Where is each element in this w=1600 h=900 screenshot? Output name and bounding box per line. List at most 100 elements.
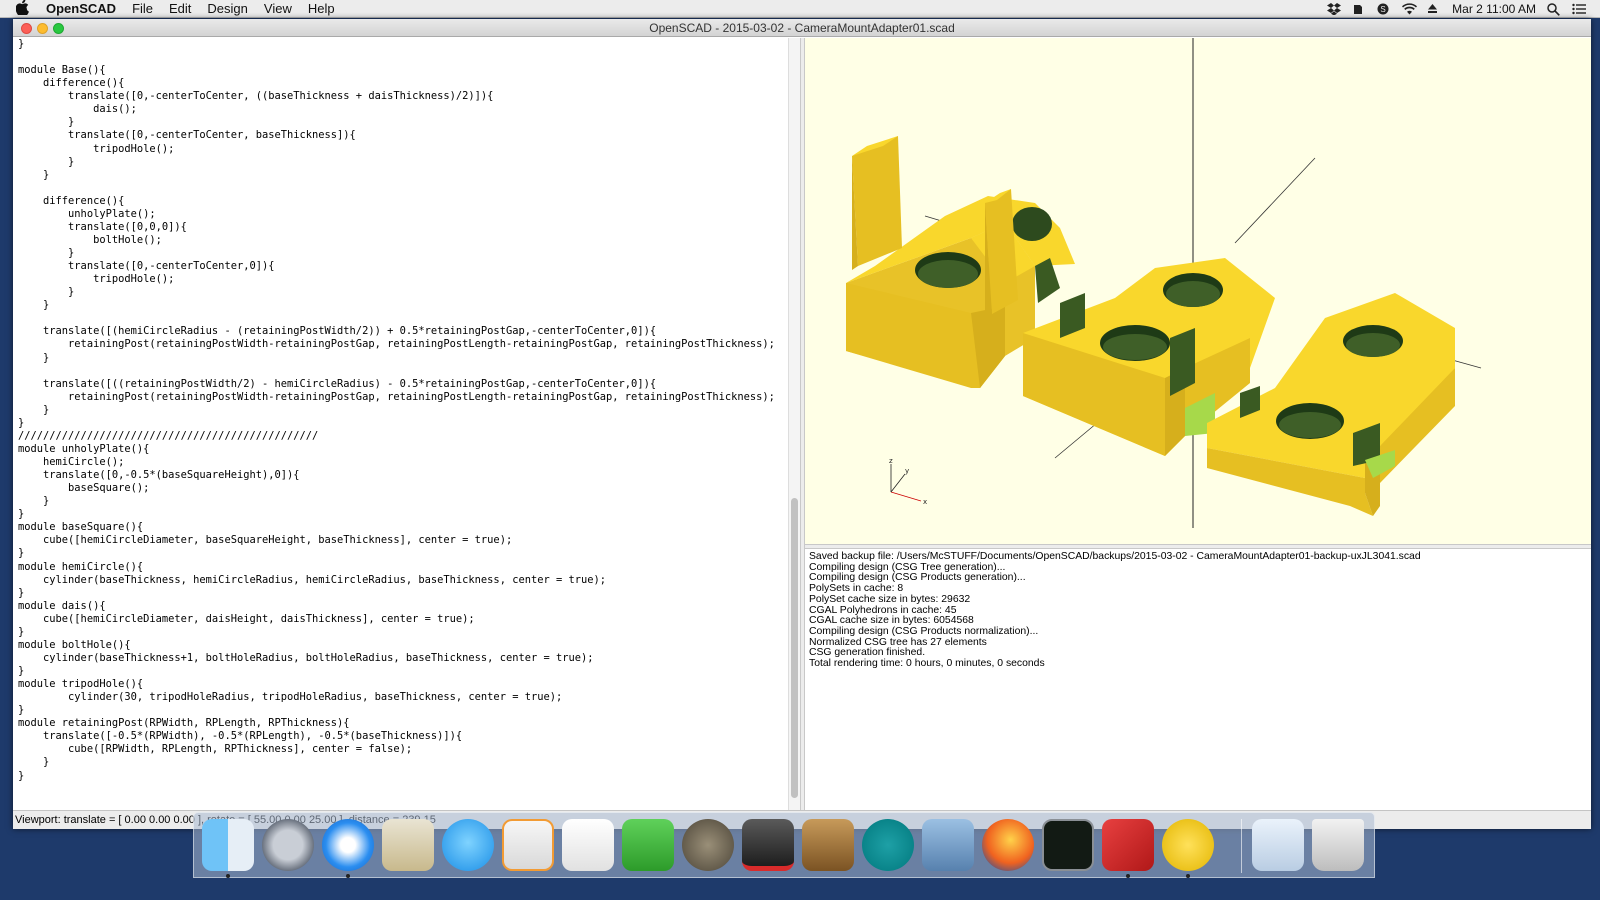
code-line[interactable]: }: [18, 404, 775, 417]
code-line[interactable]: translate([0,-centerToCenter,0]){: [18, 260, 775, 273]
zoom-window-button[interactable]: [53, 23, 64, 34]
apple-menu-icon[interactable]: [15, 0, 34, 18]
code-line[interactable]: translate([0,-0.5*(baseSquareHeight),0])…: [18, 469, 775, 482]
code-line[interactable]: cylinder(baseThickness, hemiCircleRadius…: [18, 574, 775, 587]
close-window-button[interactable]: [21, 23, 32, 34]
openscad-icon[interactable]: [1162, 819, 1214, 878]
arduino-icon[interactable]: [862, 819, 914, 871]
code-line[interactable]: cube([hemiCircleDiameter, daisHeight, da…: [18, 613, 775, 626]
code-line[interactable]: retainingPost(retainingPostWidth-retaini…: [18, 391, 775, 404]
code-line[interactable]: }: [18, 417, 775, 430]
spotlight-search-icon[interactable]: [1547, 2, 1561, 16]
launchpad-icon[interactable]: [262, 819, 314, 871]
evernote-status-icon[interactable]: [1352, 3, 1366, 15]
code-line[interactable]: boltHole();: [18, 234, 775, 247]
code-line[interactable]: module unholyPlate(){: [18, 443, 775, 456]
code-line[interactable]: }: [18, 665, 775, 678]
code-line[interactable]: tripodHole();: [18, 143, 775, 156]
editor-scrollbar-thumb[interactable]: [791, 498, 798, 798]
code-line[interactable]: translate([0,-centerToCenter, baseThickn…: [18, 129, 775, 142]
notification-center-icon[interactable]: [1572, 3, 1586, 15]
activity-monitor-icon[interactable]: [1042, 819, 1094, 871]
window-titlebar[interactable]: OpenSCAD - 2015-03-02 - CameraMountAdapt…: [13, 19, 1591, 37]
code-line[interactable]: }: [18, 247, 775, 260]
code-line[interactable]: dais();: [18, 103, 775, 116]
code-line[interactable]: }: [18, 587, 775, 600]
code-line[interactable]: module Base(){: [18, 64, 775, 77]
menu-file[interactable]: File: [132, 1, 153, 16]
code-line[interactable]: }: [18, 508, 775, 521]
finder-icon[interactable]: [202, 819, 254, 878]
code-line[interactable]: translate([((retainingPostWidth/2) - hem…: [18, 378, 775, 391]
code-line[interactable]: }: [18, 756, 775, 769]
preview-icon[interactable]: [382, 819, 434, 871]
sketchup-icon[interactable]: [1102, 819, 1154, 878]
code-line[interactable]: module hemiCircle(){: [18, 561, 775, 574]
code-line[interactable]: module boltHole(){: [18, 639, 775, 652]
code-line[interactable]: translate([0,0,0]){: [18, 221, 775, 234]
code-line[interactable]: module retainingPost(RPWidth, RPLength, …: [18, 717, 775, 730]
code-line[interactable]: }: [18, 495, 775, 508]
skype-icon[interactable]: S: [1377, 3, 1391, 15]
documents-folder-icon[interactable]: [1252, 819, 1304, 871]
app-menu[interactable]: OpenSCAD: [46, 1, 116, 16]
render-canvas[interactable]: z y x: [805, 38, 1591, 544]
code-line[interactable]: }: [18, 352, 775, 365]
menubar-clock[interactable]: Mar 2 11:00 AM: [1452, 2, 1536, 16]
code-line[interactable]: difference(){: [18, 195, 775, 208]
code-line[interactable]: }: [18, 286, 775, 299]
trash-icon[interactable]: [1312, 819, 1364, 871]
code-line[interactable]: tripodHole();: [18, 273, 775, 286]
code-line[interactable]: cylinder(30, tripodHoleRadius, tripodHol…: [18, 691, 775, 704]
code-line[interactable]: }: [18, 704, 775, 717]
code-line[interactable]: }: [18, 626, 775, 639]
code-line[interactable]: [18, 365, 775, 378]
iphoto-icon[interactable]: [922, 819, 974, 871]
code-line[interactable]: ////////////////////////////////////////…: [18, 430, 775, 443]
code-line[interactable]: translate([(hemiCircleRadius - (retainin…: [18, 325, 775, 338]
code-line[interactable]: [18, 312, 775, 325]
eject-icon[interactable]: [1427, 3, 1441, 15]
code-line[interactable]: unholyPlate();: [18, 208, 775, 221]
code-line[interactable]: }: [18, 156, 775, 169]
code-line[interactable]: hemiCircle();: [18, 456, 775, 469]
console-output[interactable]: Saved backup file: /Users/McSTUFF/Docume…: [805, 549, 1591, 810]
code-editor[interactable]: } module Base(){ difference(){ translate…: [13, 38, 788, 810]
safari-icon[interactable]: [322, 819, 374, 878]
code-line[interactable]: [18, 182, 775, 195]
editor-scrollbar[interactable]: [788, 38, 800, 810]
minimize-window-button[interactable]: [37, 23, 48, 34]
firefox-icon[interactable]: [982, 819, 1034, 871]
code-line[interactable]: }: [18, 169, 775, 182]
evernote-icon[interactable]: [622, 819, 674, 871]
code-line[interactable]: module tripodHole(){: [18, 678, 775, 691]
menu-help[interactable]: Help: [308, 1, 335, 16]
menu-view[interactable]: View: [264, 1, 292, 16]
code-line[interactable]: }: [18, 299, 775, 312]
garageband-icon[interactable]: [802, 819, 854, 871]
code-line[interactable]: module dais(){: [18, 600, 775, 613]
dropbox-icon[interactable]: [1327, 2, 1342, 15]
gimp-icon[interactable]: [682, 819, 734, 871]
code-line[interactable]: module baseSquare(){: [18, 521, 775, 534]
code-line[interactable]: [18, 51, 775, 64]
menu-design[interactable]: Design: [207, 1, 247, 16]
menu-edit[interactable]: Edit: [169, 1, 191, 16]
code-line[interactable]: translate([-0.5*(RPWidth), -0.5*(RPLengt…: [18, 730, 775, 743]
code-line[interactable]: }: [18, 116, 775, 129]
code-line[interactable]: cube([hemiCircleDiameter, baseSquareHeig…: [18, 534, 775, 547]
code-line[interactable]: }: [18, 547, 775, 560]
code-line[interactable]: cylinder(baseThickness+1, boltHoleRadius…: [18, 652, 775, 665]
code-line[interactable]: retainingPost(retainingPostWidth-retaini…: [18, 338, 775, 351]
messages-icon[interactable]: [442, 819, 494, 871]
code-line[interactable]: difference(){: [18, 77, 775, 90]
pages-icon[interactable]: [502, 819, 554, 871]
textedit-icon[interactable]: [562, 819, 614, 871]
code-line[interactable]: translate([0,-centerToCenter, ((baseThic…: [18, 90, 775, 103]
code-line[interactable]: cube([RPWidth, RPLength, RPThickness], c…: [18, 743, 775, 756]
code-line[interactable]: baseSquare();: [18, 482, 775, 495]
code-line[interactable]: }: [18, 770, 775, 783]
autocad-icon[interactable]: [742, 819, 794, 871]
wifi-icon[interactable]: [1402, 2, 1418, 15]
code-line[interactable]: }: [18, 38, 775, 51]
